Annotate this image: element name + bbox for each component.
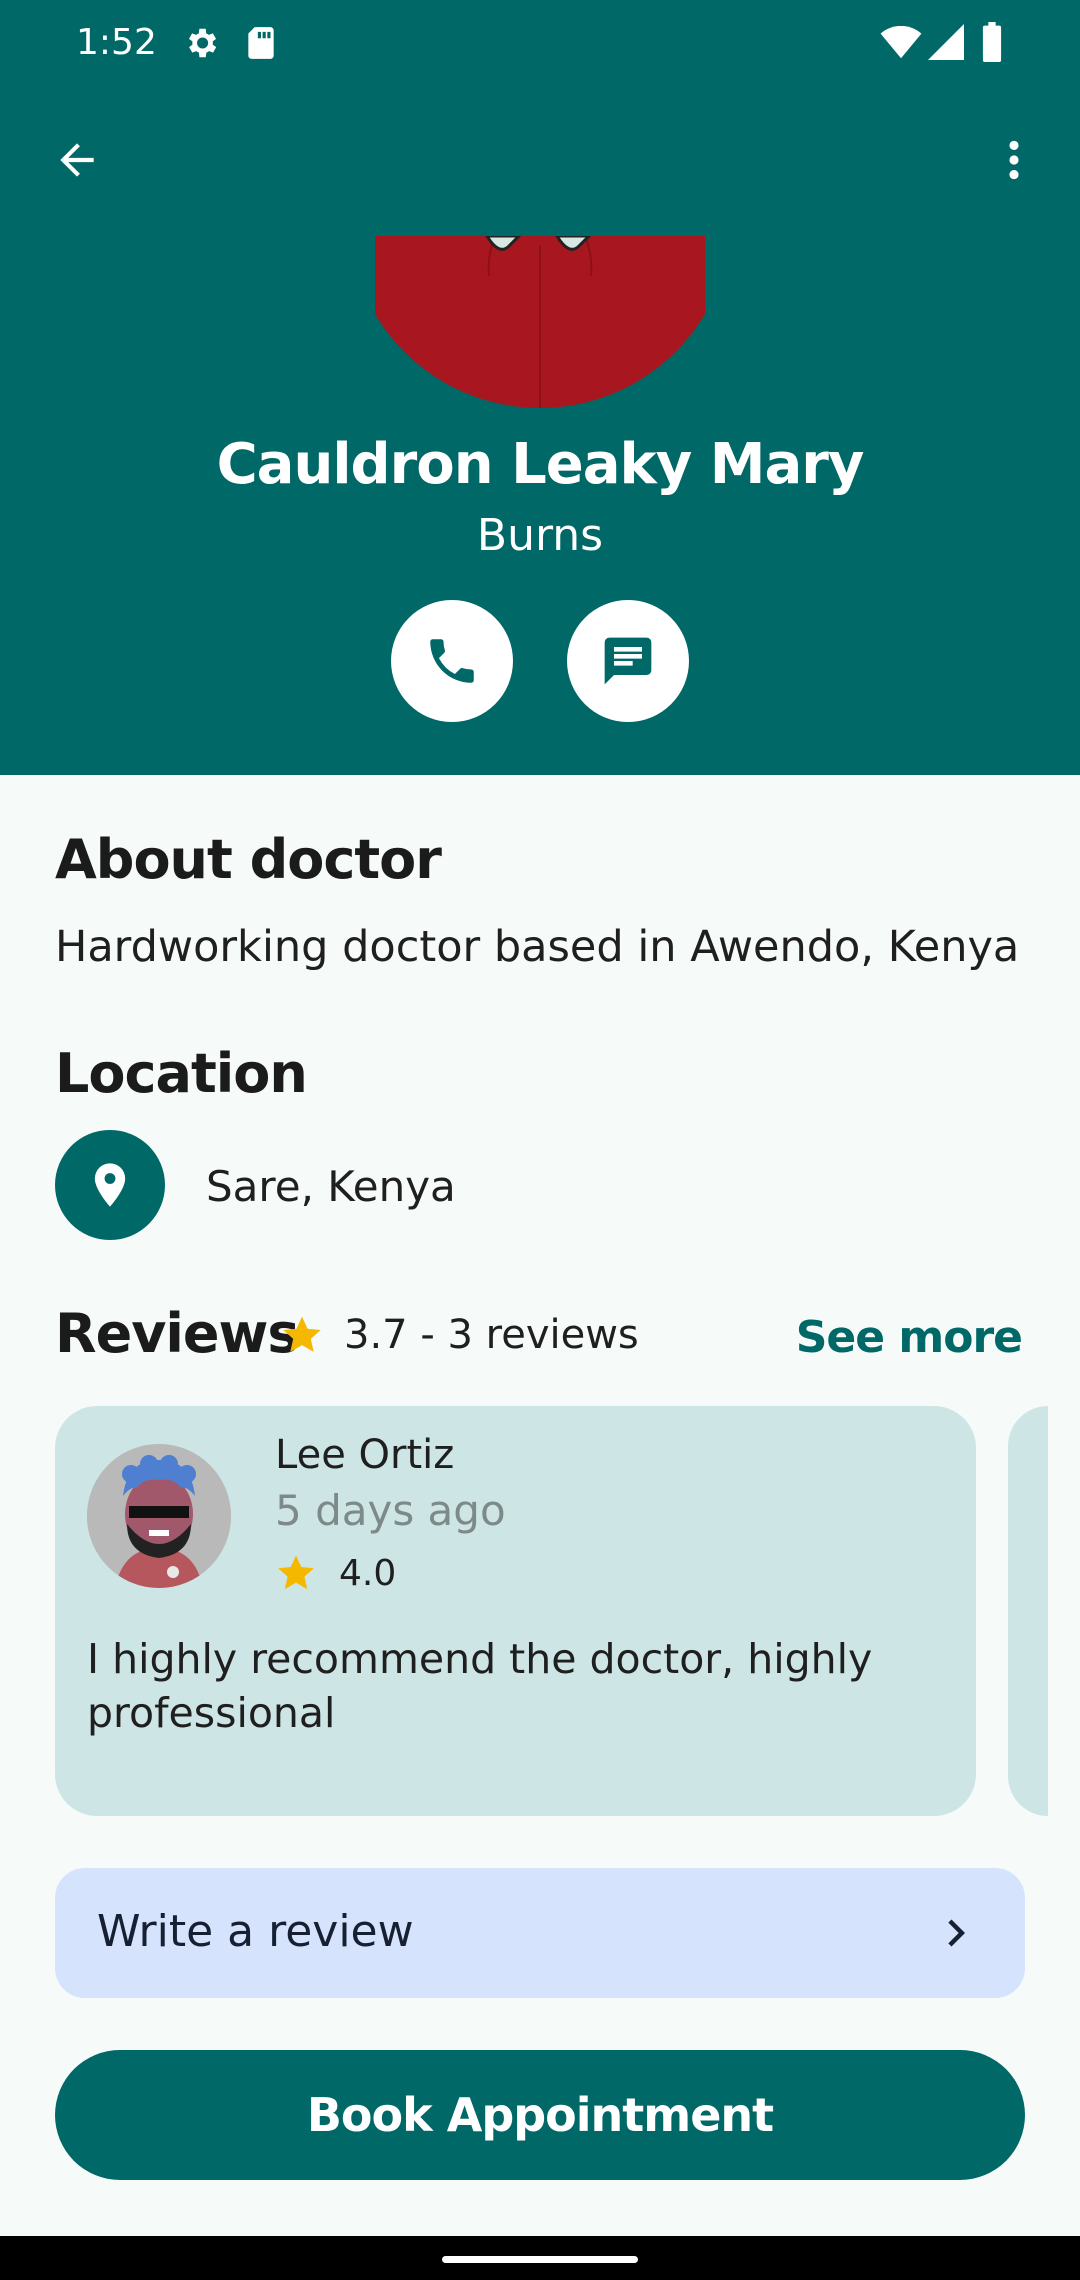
doctor-name: Cauldron Leaky Mary (216, 432, 865, 497)
status-time: 1:52 (76, 22, 157, 63)
book-appointment-button[interactable]: Book Appointment (55, 2050, 1025, 2180)
location-title: Location (55, 1042, 308, 1105)
location-pin-icon (94, 1163, 126, 1207)
review-card[interactable]: Lee Ortiz 5 days ago 4.0 I highly recomm… (55, 1406, 976, 1816)
book-appointment-label: Book Appointment (306, 2088, 774, 2142)
signal-icon (928, 24, 964, 64)
reviews-title: Reviews (55, 1302, 300, 1365)
star-icon (283, 1316, 321, 1352)
more-vert-icon (1009, 140, 1019, 180)
navigation-bar (0, 2236, 1080, 2280)
location-text: Sare, Kenya (206, 1162, 456, 1211)
review-card-next[interactable] (1008, 1406, 1048, 1816)
about-title: About doctor (55, 828, 442, 891)
reviewer-name: Lee Ortiz (275, 1432, 455, 1478)
more-options-button[interactable] (964, 110, 1064, 210)
status-bar: 1:52 (0, 0, 1080, 90)
wifi-icon (880, 25, 922, 64)
back-button[interactable] (27, 110, 127, 210)
review-rating: 4.0 (275, 1552, 396, 1594)
doctor-header: 1:52 Cauldron Leaky Mary Burns (0, 0, 1080, 775)
star-icon (278, 1555, 314, 1590)
avatar (87, 1444, 231, 1588)
see-more-link[interactable]: See more (796, 1312, 1023, 1363)
rating-summary-text: 3.7 - 3 reviews (344, 1312, 639, 1358)
home-handle[interactable] (442, 2256, 638, 2263)
location-button[interactable] (55, 1130, 165, 1240)
review-date: 5 days ago (275, 1486, 506, 1535)
message-button[interactable] (567, 600, 689, 722)
review-text: I highly recommend the doctor, highly pr… (87, 1635, 873, 1737)
call-button[interactable] (391, 600, 513, 722)
chat-icon (604, 637, 652, 685)
write-review-label: Write a review (97, 1906, 414, 1957)
review-rating-value: 4.0 (339, 1552, 397, 1594)
doctor-specialty: Burns (476, 510, 604, 561)
chevron-right-icon (948, 1919, 965, 1947)
write-review-button[interactable]: Write a review (55, 1868, 1025, 1998)
doctor-avatar (375, 236, 705, 410)
arrow-back-icon (60, 143, 94, 177)
rating-summary: 3.7 - 3 reviews (280, 1312, 639, 1358)
phone-icon (430, 639, 474, 683)
gear-icon (182, 24, 220, 66)
sd-card-icon (244, 24, 278, 66)
battery-icon (980, 22, 1004, 66)
about-text: Hardworking doctor based in Awendo, Keny… (55, 922, 1020, 972)
